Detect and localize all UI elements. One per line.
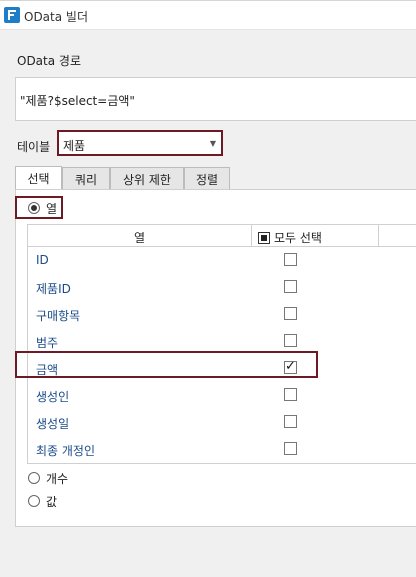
value-radio[interactable] [28,495,40,507]
app-icon [4,7,20,23]
column-checkbox[interactable] [284,280,297,293]
column-checkbox[interactable] [284,253,297,266]
chevron-down-icon: ▼ [209,139,216,148]
tab-top-limit[interactable]: 상위 제한 [110,167,184,189]
count-radio-label: 개수 [46,472,69,486]
title-bar-edge [0,0,416,2]
column-name: 생성일 [36,417,70,431]
tab-query[interactable]: 쿼리 [62,167,110,189]
column-header: 열 [28,225,252,246]
table-row: 생성인 [28,382,416,409]
table-row: 제품ID [28,274,416,301]
selected-row-highlight [15,351,318,378]
column-name: 구매항목 [36,309,81,323]
count-radio[interactable] [28,472,40,484]
column-name: 생성인 [36,390,70,404]
tab-sort[interactable]: 정렬 [184,167,230,189]
columns-grid: 열 모두 선택 ID 제품ID 구매항목 범주 금액 생성인 생성일 최종 개정… [27,224,416,464]
column-checkbox[interactable] [284,307,297,320]
table-select[interactable]: 제품 ▼ [57,130,223,156]
select-all-checkbox[interactable] [258,232,270,244]
table-row: 생성일 [28,409,416,436]
column-checkbox[interactable] [284,388,297,401]
column-checkbox[interactable] [284,334,297,347]
column-name: 범주 [36,336,59,350]
table-label: 테이블 [17,140,51,154]
table-select-value: 제품 [63,139,86,153]
column-name: ID [36,253,49,267]
column-checkbox[interactable] [284,415,297,428]
columns-radio[interactable] [28,202,40,214]
odata-path-value: "제품?$select=금액" [20,94,135,108]
column-name: 제품ID [36,282,71,296]
table-row: 구매항목 [28,301,416,328]
odata-path-box[interactable]: "제품?$select=금액" [15,77,416,121]
window-title: OData 빌더 [24,10,88,24]
table-row: 최종 개정인 [28,436,416,463]
value-radio-label: 값 [46,495,58,509]
columns-radio-label: 열 [46,202,58,216]
tab-select[interactable]: 선택 [15,166,62,189]
table-row: ID [28,247,416,274]
column-name: 최종 개정인 [36,444,96,458]
select-all-header[interactable]: 모두 선택 [252,225,379,246]
grid-header: 열 모두 선택 [28,225,416,247]
select-all-label: 모두 선택 [274,231,322,245]
odata-path-label: OData 경로 [17,54,81,68]
title-bar: OData 빌더 [0,0,416,30]
column-checkbox[interactable] [284,442,297,455]
